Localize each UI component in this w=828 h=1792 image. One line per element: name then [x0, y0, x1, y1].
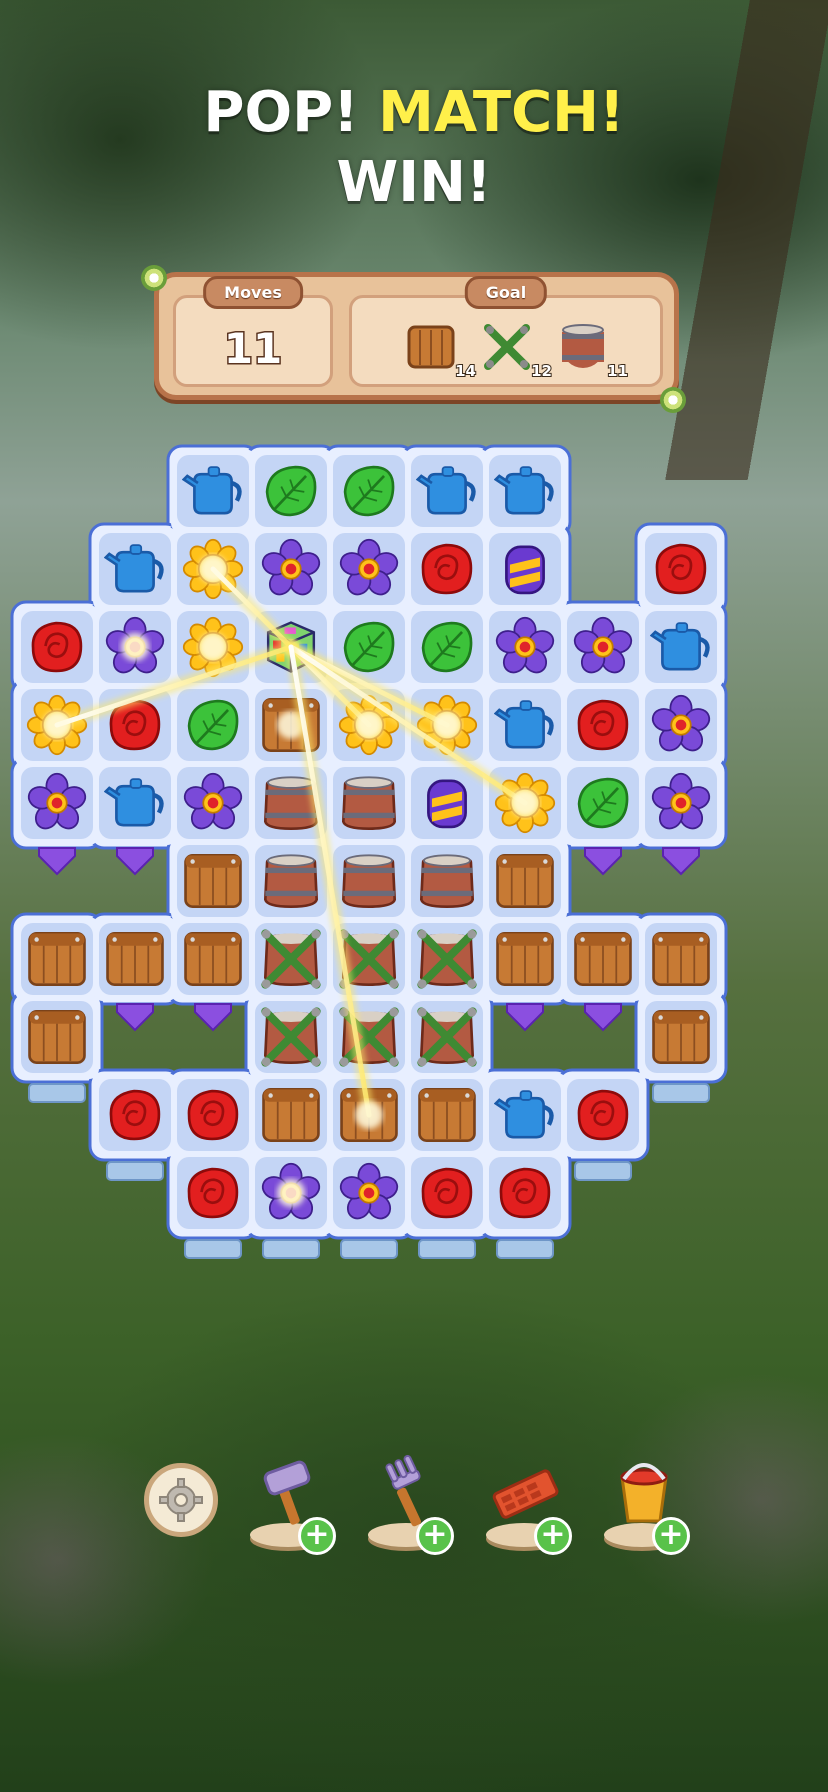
- blast-spark: [277, 1179, 305, 1207]
- blast-beam-core: [288, 644, 528, 806]
- blast-spark: [121, 633, 149, 661]
- booster-bar: + + + +: [0, 1455, 828, 1565]
- blast-spark: [355, 711, 383, 739]
- booster-fork-button[interactable]: +: [358, 1455, 458, 1555]
- booster-bucket-button[interactable]: +: [594, 1455, 694, 1555]
- blast-spark: [355, 1101, 383, 1129]
- booster-brick-add[interactable]: +: [534, 1517, 572, 1555]
- blast-spark: [43, 711, 71, 739]
- booster-fork-add[interactable]: +: [416, 1517, 454, 1555]
- booster-hammer-add[interactable]: +: [298, 1517, 336, 1555]
- blast-spark: [511, 789, 539, 817]
- booster-hammer-button[interactable]: +: [240, 1455, 340, 1555]
- blast-beam-core: [210, 566, 294, 650]
- blast-spark: [433, 711, 461, 739]
- blast-spark: [199, 555, 227, 583]
- blast-beam-core: [54, 644, 294, 728]
- booster-bucket-add[interactable]: +: [652, 1517, 690, 1555]
- booster-brick-button[interactable]: +: [476, 1455, 576, 1555]
